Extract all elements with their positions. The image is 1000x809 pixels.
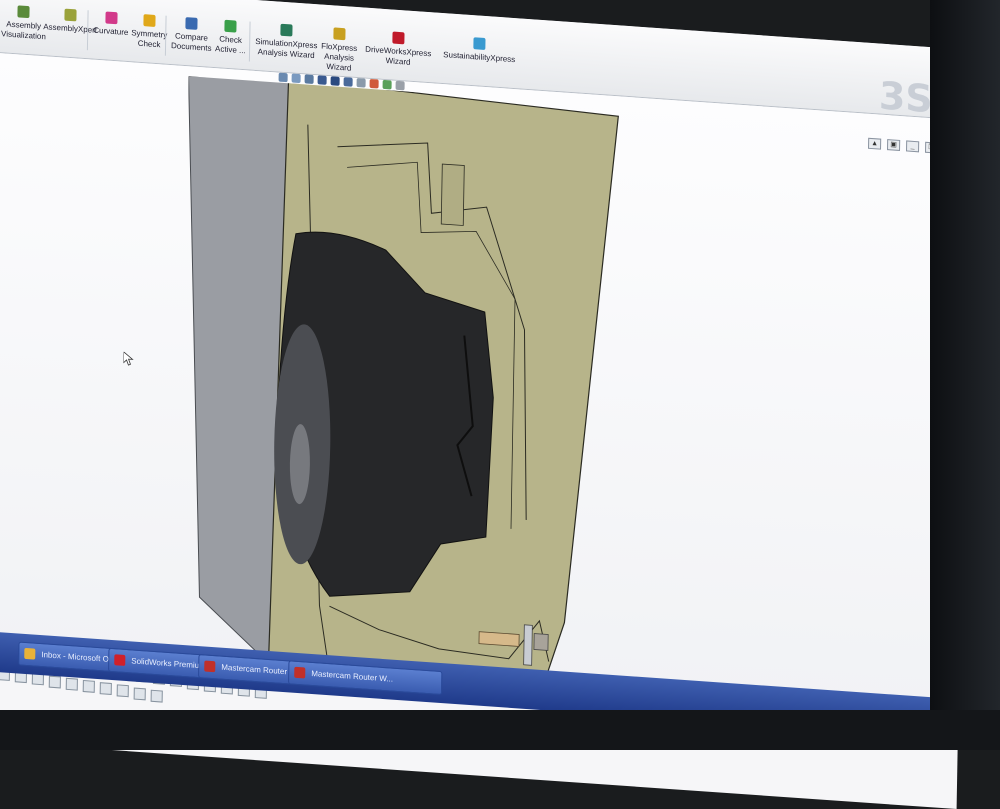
command-icon[interactable] <box>133 687 146 700</box>
restore-pane-icon[interactable]: ▣ <box>887 139 901 151</box>
command-icon[interactable] <box>65 677 78 691</box>
sustainabilityxpress-icon <box>473 37 486 51</box>
curvature-button[interactable]: Curvature <box>93 11 129 38</box>
command-icon[interactable] <box>99 682 112 696</box>
ribbon-button-label: FloXpress Analysis Wizard <box>321 41 358 73</box>
monitor-bezel-right <box>930 0 1000 750</box>
view-orientation-icon[interactable] <box>330 76 340 86</box>
floxpress-icon <box>333 27 346 41</box>
command-icon[interactable] <box>150 689 163 703</box>
previous-view-icon[interactable] <box>304 74 314 85</box>
minimize-icon[interactable]: _ <box>906 140 920 153</box>
assemblyxpert-icon <box>64 8 77 22</box>
taskbar-item[interactable]: Mastercam Router W... <box>288 660 443 696</box>
sustainabilityxpress-button[interactable]: SustainabilityXpress <box>443 35 515 65</box>
command-icon[interactable] <box>48 675 61 689</box>
zoom-area-icon[interactable] <box>291 73 301 84</box>
app-icon <box>204 660 216 673</box>
display-style-icon[interactable] <box>343 77 353 87</box>
graphics-area[interactable]: ▲ ▣ _ ❐ ✕ <box>0 50 970 721</box>
assemblyxpert-button[interactable]: AssemblyXpert <box>43 7 97 36</box>
curvature-icon <box>104 11 118 25</box>
floxpress-button[interactable]: FloXpress Analysis Wizard <box>321 27 358 74</box>
app-icon <box>114 654 126 666</box>
top-slot <box>440 163 465 226</box>
ribbon-button-label: Compare Documents <box>170 31 212 53</box>
simulationxpress-button[interactable]: SimulationXpress Analysis Wizard <box>255 22 318 61</box>
command-icon[interactable] <box>116 684 129 698</box>
edit-appearance-icon[interactable] <box>369 78 379 89</box>
app-icon <box>294 666 306 679</box>
driveworksxpress-button[interactable]: DriveWorksXpress Wizard <box>365 30 432 70</box>
ribbon-button-label: Symmetry Check <box>131 28 168 50</box>
expand-icon[interactable]: ▲ <box>868 137 882 150</box>
assembly-visualization-icon <box>17 5 30 19</box>
monitor-screen: SensorAssembly VisualizationAssemblyXper… <box>0 0 970 809</box>
app-icon <box>24 647 36 660</box>
assembly-visualization-button[interactable]: Assembly Visualization <box>1 4 46 42</box>
ribbon-button-label: DriveWorksXpress Wizard <box>365 44 432 67</box>
ribbon-button-label: AssemblyXpert <box>43 22 98 35</box>
check-active-icon <box>224 19 237 33</box>
symmetry-check-button[interactable]: Symmetry Check <box>131 13 168 50</box>
ribbon-separator <box>248 21 251 62</box>
scenes-icon[interactable] <box>382 79 392 90</box>
compare-documents-button[interactable]: Compare Documents <box>171 16 212 54</box>
ribbon-button-label: Curvature <box>93 25 129 38</box>
monitor-bezel-bottom <box>0 710 1000 750</box>
ribbon-button-label: Assembly Visualization <box>1 19 46 42</box>
ribbon-button-label: Check Active ... <box>214 34 246 56</box>
zoom-to-fit-icon[interactable] <box>278 72 288 83</box>
view-settings-icon[interactable] <box>395 80 405 91</box>
hide-show-icon[interactable] <box>356 78 366 88</box>
driveworksxpress-icon <box>392 31 405 45</box>
ribbon-button-label: SustainabilityXpress <box>443 50 516 65</box>
check-active-button[interactable]: Check Active ... <box>215 19 246 56</box>
simulationxpress-icon <box>280 23 293 37</box>
taskbar-item-label: Mastercam Router W... <box>311 668 394 684</box>
ribbon-button-label: SimulationXpress Analysis Wizard <box>255 36 318 61</box>
speaker-section-model[interactable] <box>178 76 669 729</box>
compare-documents-icon <box>185 17 198 30</box>
section-view-icon[interactable] <box>317 75 327 85</box>
command-icon[interactable] <box>82 679 95 693</box>
symmetry-check-icon <box>143 14 156 27</box>
mouse-pointer <box>123 351 134 366</box>
